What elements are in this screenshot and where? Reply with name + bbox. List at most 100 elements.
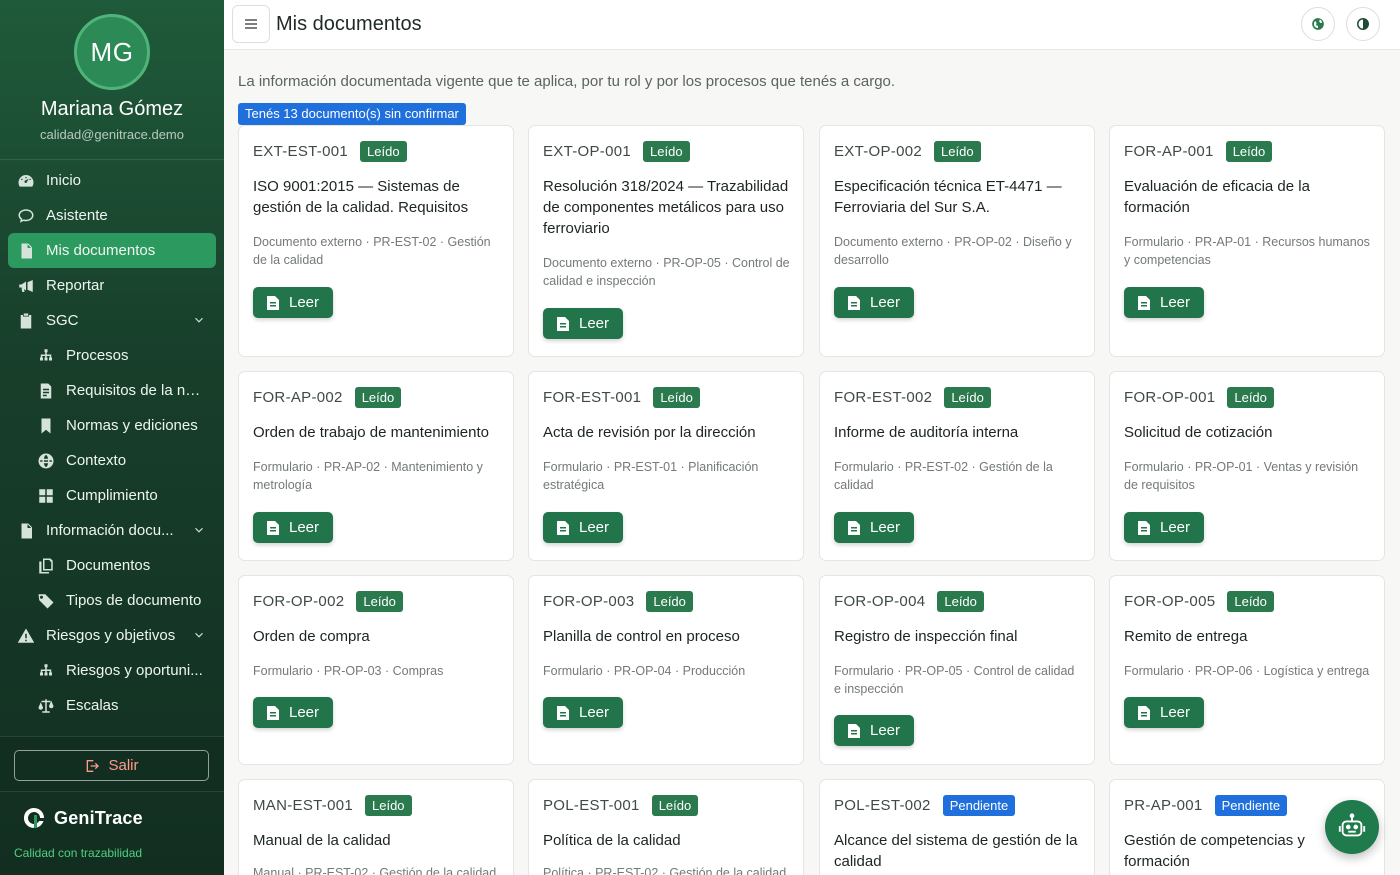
page-title: Mis documentos: [276, 13, 422, 35]
read-button[interactable]: Leer: [1124, 512, 1204, 543]
read-button-label: Leer: [1159, 294, 1191, 311]
menu-button[interactable]: [232, 5, 270, 43]
status-badge: Leído: [360, 141, 407, 162]
sidebar-item-contexto[interactable]: Contexto: [0, 443, 224, 478]
sidebar-item-label: Mis documentos: [46, 242, 156, 259]
document-code: FOR-AP-002: [253, 389, 343, 406]
sidebar-item-normas[interactable]: Normas y ediciones: [0, 408, 224, 443]
avatar[interactable]: MG: [74, 14, 150, 90]
status-badge: Leído: [937, 591, 984, 612]
read-button[interactable]: Leer: [834, 287, 914, 318]
assistant-bot-button[interactable]: [1325, 800, 1379, 854]
globe-icon: [36, 451, 56, 471]
sidebar-item-riesgos-oportunidades[interactable]: Riesgos y oportuni...: [0, 653, 224, 688]
contrast-icon: [1357, 18, 1369, 30]
document-meta: Documento externo · PR-EST-02 · Gestión …: [253, 235, 491, 267]
document-icon: [847, 723, 860, 738]
read-button[interactable]: Leer: [543, 308, 623, 339]
document-meta: Formulario · PR-OP-06 · Logística y entr…: [1124, 664, 1370, 678]
document-card: FOR-AP-001 Leído Evaluación de eficacia d…: [1109, 125, 1385, 357]
read-button-label: Leer: [578, 704, 610, 721]
document-card: POL-EST-001 Leído Política de la calidad …: [528, 779, 804, 875]
sidebar-item-reportar[interactable]: Reportar: [0, 268, 224, 303]
document-title: Solicitud de cotización: [1124, 424, 1273, 441]
document-title: Resolución 318/2024 — Trazabilidad de co…: [543, 178, 789, 237]
chevron-down-icon[interactable]: [192, 628, 206, 642]
unconfirmed-badge: Tenés 13 documento(s) sin confirmar: [238, 103, 466, 125]
document-icon: [847, 520, 860, 535]
document-card: FOR-OP-005 Leído Remito de entrega Formul…: [1109, 575, 1385, 765]
sidebar-item-tipos-documento[interactable]: Tipos de documento: [0, 583, 224, 618]
read-button[interactable]: Leer: [253, 287, 333, 318]
status-badge: Pendiente: [1214, 795, 1288, 816]
document-card: FOR-EST-001 Leído Acta de revisión por la…: [528, 371, 804, 561]
read-button-label: Leer: [869, 294, 901, 311]
sidebar-item-label: Reportar: [46, 277, 105, 294]
sidebar-item-label: Requisitos de la no...: [66, 382, 206, 399]
document-title: Gestión de competencias y formación: [1124, 832, 1305, 870]
sidebar-item-requisitos[interactable]: Requisitos de la no...: [0, 373, 224, 408]
document-icon: [847, 295, 860, 310]
document-icon: [556, 316, 569, 331]
tags-icon: [36, 591, 56, 611]
risk-sitemap-icon: [36, 661, 56, 681]
document-card: POL-EST-002 Pendiente Alcance del sistema…: [819, 779, 1095, 875]
file-icon: [16, 521, 36, 541]
status-badge: Leído: [356, 591, 403, 612]
chevron-down-icon[interactable]: [192, 313, 206, 327]
document-code: FOR-OP-003: [543, 593, 635, 610]
read-button[interactable]: Leer: [253, 512, 333, 543]
sidebar-item-asistente[interactable]: Asistente: [0, 198, 224, 233]
read-button[interactable]: Leer: [543, 697, 623, 728]
document-code: FOR-OP-001: [1124, 389, 1216, 406]
language-button[interactable]: [1301, 7, 1335, 41]
scale-icon: [36, 696, 56, 716]
logout-button[interactable]: Salir: [14, 750, 209, 781]
status-badge: Leído: [1225, 141, 1273, 162]
sidebar-item-label: Inicio: [46, 172, 82, 189]
hamburger-icon: [245, 19, 257, 29]
document-code: FOR-OP-005: [1124, 593, 1216, 610]
sidebar-item-procesos[interactable]: Procesos: [0, 338, 224, 373]
read-button[interactable]: Leer: [834, 512, 914, 543]
read-button[interactable]: Leer: [543, 512, 623, 543]
sidebar-item-label: Tipos de documento: [66, 592, 202, 609]
read-button[interactable]: Leer: [253, 697, 333, 728]
read-button-label: Leer: [288, 294, 320, 311]
sidebar-item-riesgos-objetivos[interactable]: Riesgos y objetivos: [0, 618, 224, 653]
sidebar-item-escalas[interactable]: Escalas: [0, 688, 224, 723]
read-button[interactable]: Leer: [834, 715, 914, 746]
document-icon: [266, 295, 279, 310]
sidebar-item-inicio[interactable]: Inicio: [0, 163, 224, 198]
status-badge: Pendiente: [942, 795, 1016, 816]
document-icon: [16, 241, 36, 261]
sidebar-item-sgc[interactable]: SGC: [0, 303, 224, 338]
megaphone-icon: [16, 276, 36, 296]
document-meta: Política · PR-EST-02 · Gestión de la cal…: [543, 866, 787, 875]
document-code: EXT-EST-001: [253, 143, 349, 160]
brand-name: GeniTrace: [54, 807, 143, 828]
chat-icon: [16, 206, 36, 226]
read-button[interactable]: Leer: [1124, 287, 1204, 318]
document-code: EXT-OP-001: [543, 143, 632, 160]
sidebar-item-documentos[interactable]: Documentos: [0, 548, 224, 583]
document-icon: [556, 705, 569, 720]
document-code: FOR-AP-001: [1124, 143, 1214, 160]
bookmark-icon: [36, 416, 56, 436]
sidebar-item-label: Asistente: [46, 207, 108, 224]
topbar: Mis documentos: [224, 0, 1400, 50]
document-card: FOR-OP-003 Leído Planilla de control en p…: [528, 575, 804, 765]
sidebar-item-label: Información docu...: [46, 522, 174, 539]
document-code: POL-EST-002: [834, 797, 931, 814]
chevron-down-icon[interactable]: [192, 523, 206, 537]
read-button-label: Leer: [288, 519, 320, 536]
read-button[interactable]: Leer: [1124, 697, 1204, 728]
sidebar-item-informacion-documentada[interactable]: Información docu...: [0, 513, 224, 548]
sidebar-item-cumplimiento[interactable]: Cumplimiento: [0, 478, 224, 513]
logout-section: Salir: [0, 736, 224, 792]
brand: GeniTrace: [22, 806, 143, 830]
status-badge: Leído: [1227, 591, 1274, 612]
sidebar-item-mis-documentos[interactable]: Mis documentos: [8, 233, 216, 268]
theme-toggle-button[interactable]: [1346, 7, 1380, 41]
status-badge: Leído: [1227, 387, 1274, 408]
